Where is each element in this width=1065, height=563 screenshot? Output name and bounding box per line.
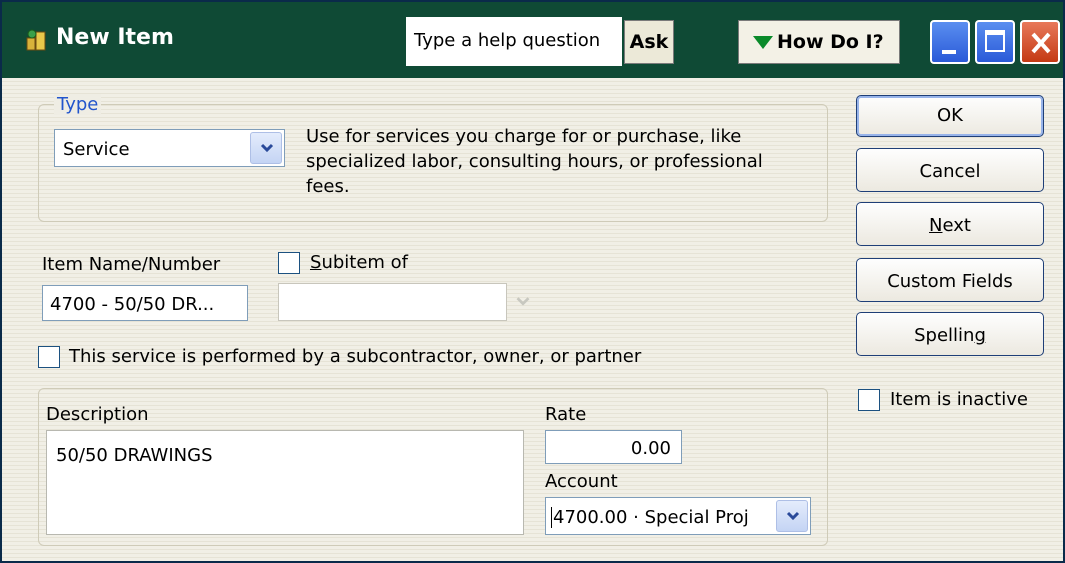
type-select[interactable]: Service [54, 129, 285, 167]
item-name-input[interactable]: 4700 - 50/50 DR... [42, 285, 248, 321]
description-label: Description [46, 404, 149, 425]
close-icon [1031, 32, 1051, 54]
account-dropdown-button[interactable] [776, 500, 808, 532]
item-inactive-checkbox[interactable] [858, 389, 880, 411]
type-select-value: Service [63, 139, 130, 160]
rate-label: Rate [545, 404, 587, 425]
chevron-down-icon [260, 143, 274, 153]
description-textarea[interactable]: 50/50 DRAWINGS [46, 430, 524, 535]
type-description: Use for services you charge for or purch… [306, 126, 763, 197]
type-dropdown-button[interactable] [250, 132, 282, 164]
item-name-value: 4700 - 50/50 DR... [50, 294, 215, 315]
account-select[interactable]: 4700.00 · Special Proj [545, 497, 811, 535]
how-do-i-label: How Do I? [777, 31, 884, 53]
subcontractor-label: This service is performed by a subcontra… [69, 346, 642, 367]
app-icon [26, 29, 46, 51]
window-title: New Item [56, 25, 174, 50]
custom-fields-button[interactable]: Custom Fields [856, 258, 1044, 302]
rate-input[interactable]: 0.00 [545, 430, 682, 464]
new-item-window: New Item Type a help question Ask How Do… [0, 0, 1065, 563]
rate-value: 0.00 [630, 438, 671, 459]
minimize-button[interactable] [930, 20, 970, 64]
subitem-select [278, 283, 507, 321]
title-bar[interactable]: New Item Type a help question Ask How Do… [2, 2, 1063, 78]
subitem-label: Subitem of [310, 252, 409, 273]
spelling-button[interactable]: Spelling [856, 312, 1044, 356]
cancel-button[interactable]: Cancel [856, 148, 1044, 192]
type-legend: Type [54, 94, 102, 115]
dropdown-triangle-icon [753, 36, 773, 49]
account-label: Account [545, 471, 618, 492]
maximize-icon [985, 30, 1005, 52]
chevron-down-icon [786, 511, 800, 521]
next-button[interactable]: Next [856, 202, 1044, 246]
subitem-chevron-down-icon [516, 297, 530, 306]
close-button[interactable] [1020, 20, 1060, 64]
minimize-icon [942, 50, 956, 54]
maximize-button[interactable] [975, 20, 1015, 64]
ok-button[interactable]: OK [856, 95, 1044, 137]
ask-button[interactable]: Ask [624, 20, 674, 64]
account-select-value: 4700.00 · Special Proj [551, 507, 749, 528]
description-value: 50/50 DRAWINGS [56, 445, 213, 466]
help-question-input[interactable]: Type a help question [406, 17, 622, 66]
subcontractor-checkbox[interactable] [38, 346, 60, 368]
subitem-checkbox[interactable] [278, 252, 300, 274]
item-inactive-label: Item is inactive [890, 389, 1028, 410]
item-name-label: Item Name/Number [42, 254, 221, 275]
how-do-i-button[interactable]: How Do I? [738, 20, 900, 64]
